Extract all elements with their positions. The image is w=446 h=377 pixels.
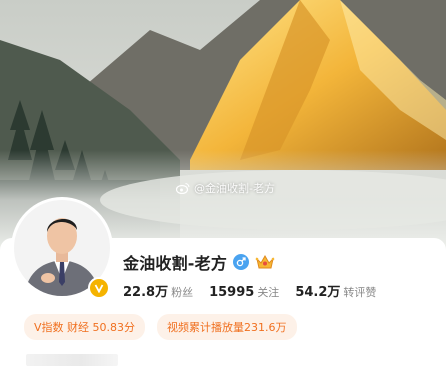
profile-tags: V指数 财经 50.83分 视频累计播放量231.6万 [24, 314, 297, 340]
stat-value: 54.2万 [295, 285, 341, 300]
watermark-text: @金油收割-老方 [194, 182, 275, 195]
content-loading-placeholder [26, 354, 118, 366]
stat-followers[interactable]: 22.8万 粉丝 [123, 281, 193, 300]
video-plays-chip[interactable]: 视频累计播放量231.6万 [157, 314, 297, 340]
stat-label: 转评赞 [343, 286, 377, 299]
v-index-chip[interactable]: V指数 财经 50.83分 [24, 314, 146, 340]
profile-name: 金油收割-老方 [123, 254, 228, 273]
stat-value: 22.8万 [123, 285, 169, 300]
stat-label: 关注 [257, 286, 280, 299]
verified-v-icon [88, 277, 110, 299]
profile-name-row: 金油收割-老方 [123, 250, 275, 274]
profile-stats: 22.8万 粉丝 15995 关注 54.2万 转评赞 [123, 281, 376, 300]
crown-icon[interactable] [255, 253, 275, 271]
weibo-icon [176, 182, 190, 194]
stat-following[interactable]: 15995 关注 [209, 284, 279, 300]
male-icon [233, 254, 250, 270]
stat-value: 15995 [209, 285, 255, 300]
stat-label: 粉丝 [171, 286, 194, 299]
cover-watermark: @金油收割-老方 [176, 180, 275, 196]
stat-reposts-comments-likes[interactable]: 54.2万 转评赞 [295, 281, 376, 300]
